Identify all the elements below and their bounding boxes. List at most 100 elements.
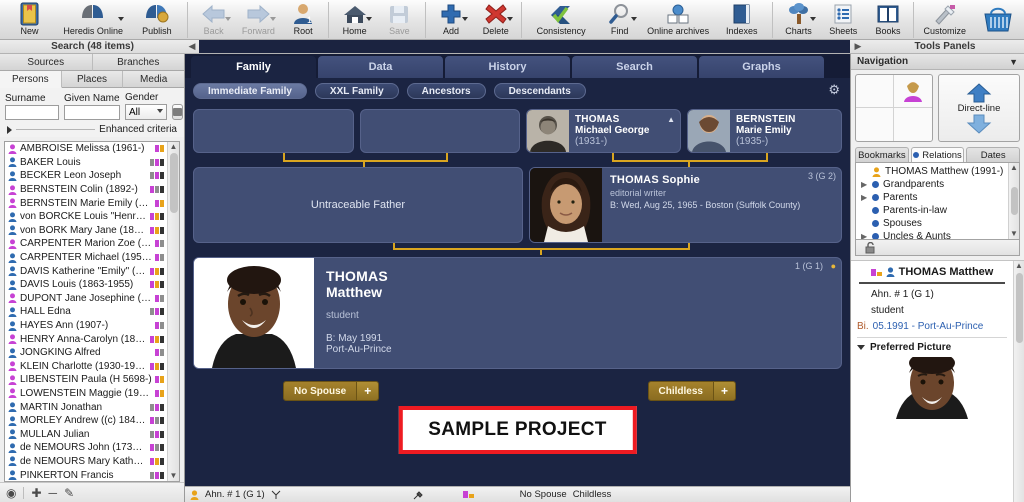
toolbar-button-forward[interactable]: Forward <box>236 0 281 40</box>
toolbar-button-books[interactable]: Books <box>866 0 911 40</box>
given-name-input[interactable] <box>64 105 120 120</box>
list-item[interactable]: BECKER Leon Joseph <box>5 169 167 183</box>
scroll-down-icon[interactable]: ▼ <box>1010 229 1018 239</box>
toolbar-button-customize[interactable]: Customize <box>917 0 972 40</box>
branch-icon[interactable] <box>271 490 281 500</box>
tab-branches[interactable]: Branches <box>92 54 184 71</box>
grandparent-empty-slot[interactable] <box>193 109 354 153</box>
mother-card[interactable]: THOMAS Sophie editorial writer B: Wed, A… <box>529 167 842 243</box>
toolbar-button-basket[interactable] <box>972 0 1024 40</box>
persons-list-scrollbar[interactable]: ▲ ▼ <box>167 142 179 481</box>
navigation-quad-grid[interactable] <box>855 74 933 142</box>
list-item[interactable]: DAVIS Louis (1863-1955) <box>5 278 167 292</box>
up-arrow-icon[interactable] <box>966 82 992 103</box>
relations-item[interactable]: ▶ Uncles & Aunts <box>856 230 1008 239</box>
relations-item[interactable]: ▶ Parents <box>856 191 1008 204</box>
list-item[interactable]: DUPONT Jane Josephine (1867-) <box>5 292 167 306</box>
tab-relations[interactable]: Relations <box>910 147 965 162</box>
tab-bookmarks[interactable]: Bookmarks <box>855 147 909 162</box>
relations-item[interactable]: Spouses <box>856 217 1008 230</box>
tab-persons[interactable]: Persons <box>0 71 62 88</box>
add-spouse-icon[interactable]: + <box>356 382 379 400</box>
subject-card[interactable]: THOMAS Matthew student B: May 1991 Port-… <box>193 257 842 369</box>
list-item[interactable]: MARTIN Jonathan <box>5 400 167 414</box>
subtab-ancestors[interactable]: Ancestors <box>406 82 486 99</box>
list-item[interactable]: von BORCKE Louis "Henry" (17... <box>5 210 167 224</box>
grandmother-card[interactable]: BERNSTEIN Marie Emily (1935-) <box>687 109 842 153</box>
wrench-icon[interactable] <box>413 490 423 500</box>
subtab-descendants[interactable]: Descendants <box>493 82 586 99</box>
chevron-down-icon[interactable] <box>809 17 816 21</box>
list-item[interactable]: JONGKING Alfred <box>5 346 167 360</box>
detail-scrollbar[interactable]: ▲ <box>1013 261 1024 502</box>
collapse-triangle-icon[interactable]: ▲ <box>667 115 675 124</box>
toolbar-button-find[interactable]: Find <box>597 0 642 40</box>
tab-graphs[interactable]: Graphs <box>699 56 824 78</box>
quad-cell-top-right[interactable] <box>894 75 932 108</box>
toolbar-button-consistency[interactable]: Consistency <box>525 0 597 40</box>
preferred-picture-section[interactable]: Preferred Picture <box>857 337 1007 353</box>
add-child-icon[interactable]: + <box>713 382 735 400</box>
toolbar-button-heredis-online[interactable]: Heredis Online <box>57 0 129 40</box>
list-item[interactable]: BERNSTEIN Marie Emily (1935-) <box>5 196 167 210</box>
chevron-down-icon[interactable] <box>269 17 276 21</box>
scroll-up-icon[interactable]: ▲ <box>1010 163 1018 173</box>
relations-scrollbar[interactable]: ▲ ▼ <box>1008 163 1019 239</box>
grandparent-empty-slot[interactable] <box>359 109 520 153</box>
list-item[interactable]: de NEMOURS John (1737-> 17... <box>5 441 167 455</box>
list-item[interactable]: de NEMOURS Mary Katherine (... <box>5 455 167 469</box>
scroll-down-icon[interactable]: ▼ <box>170 471 178 481</box>
list-item[interactable]: CARPENTER Michael (1958-) <box>5 251 167 265</box>
list-item[interactable]: BERNSTEIN Colin (1892-) <box>5 183 167 197</box>
gear-icon[interactable]: ⚙ <box>828 82 840 98</box>
list-item[interactable]: HENRY Anna-Carolyn (1848-18... <box>5 332 167 346</box>
chevron-left-icon[interactable]: ◀ <box>185 41 199 52</box>
toolbar-button-online-archives[interactable]: Online archives <box>642 0 714 40</box>
list-item[interactable]: DAVIS Katherine "Emily" (1896-... <box>5 264 167 278</box>
list-item[interactable]: von BORK Mary Jane (1816-19... <box>5 224 167 238</box>
list-item[interactable]: PINKERTON Francis <box>5 468 167 481</box>
preferred-picture[interactable] <box>857 357 1007 419</box>
toolbar-button-home[interactable]: Home <box>332 0 377 40</box>
expand-triangle-icon[interactable]: ▶ <box>861 180 868 189</box>
untraceable-father-card[interactable]: Untraceable Father <box>193 167 523 243</box>
toolbar-button-back[interactable]: Back <box>191 0 236 40</box>
tab-media[interactable]: Media <box>123 71 185 88</box>
no-spouse-button[interactable]: No Spouse + <box>283 381 380 401</box>
list-item[interactable]: KLEIN Charlotte (1930-1953) <box>5 360 167 374</box>
list-item[interactable]: LIBENSTEIN Paula (H 5698-) <box>5 373 167 387</box>
list-item[interactable]: LOWENSTEIN Maggie (1957-) <box>5 387 167 401</box>
navigation-header[interactable]: Navigation ▼ <box>851 54 1024 70</box>
list-item[interactable]: HAYES Ann (1907-) <box>5 319 167 333</box>
chevron-down-icon[interactable] <box>507 17 514 21</box>
gender-select[interactable]: All <box>125 104 167 120</box>
quad-cell-top-left[interactable] <box>856 75 894 108</box>
edit-pencil-icon[interactable]: ✎ <box>64 486 74 500</box>
relations-tree-inner[interactable]: THOMAS Matthew (1991-) ▶ Grandparents ▶ Pare… <box>856 163 1008 239</box>
surname-input[interactable] <box>5 105 59 120</box>
unlocked-padlock-icon[interactable] <box>864 241 876 254</box>
tab-dates[interactable]: Dates <box>966 147 1021 162</box>
chevron-down-icon[interactable] <box>224 17 231 21</box>
chevron-down-icon[interactable] <box>630 17 637 21</box>
grandfather-card[interactable]: THOMAS Michael George (1931-) ▲ <box>526 109 681 153</box>
subtab-immediate-family[interactable]: Immediate Family <box>193 82 307 99</box>
toolbar-button-delete[interactable]: Delete <box>473 0 518 40</box>
childless-button[interactable]: Childless + <box>647 381 736 401</box>
relations-item[interactable]: Parents-in-law <box>856 204 1008 217</box>
tab-history[interactable]: History <box>445 56 570 78</box>
list-item[interactable]: CARPENTER Marion Zoe (1992-) <box>5 237 167 251</box>
tab-data[interactable]: Data <box>318 56 443 78</box>
toolbar-button-new[interactable]: New <box>2 0 57 40</box>
toolbar-button-root[interactable]: 1 Root <box>281 0 326 40</box>
remove-icon[interactable]: ─ <box>49 486 58 500</box>
expand-triangle-icon[interactable]: ▶ <box>861 232 868 239</box>
quad-cell-bottom-left[interactable] <box>856 108 894 141</box>
list-item[interactable]: MORLEY Andrew ((c) 1848-) <box>5 414 167 428</box>
list-item[interactable]: BAKER Louis <box>5 156 167 170</box>
chevron-down-icon[interactable]: ▼ <box>1009 57 1018 67</box>
down-arrow-icon[interactable] <box>966 114 992 134</box>
toolbar-button-indexes[interactable]: Indexes <box>714 0 769 40</box>
chevron-right-icon[interactable]: ▶ <box>850 41 866 52</box>
tab-family[interactable]: Family <box>191 56 316 78</box>
